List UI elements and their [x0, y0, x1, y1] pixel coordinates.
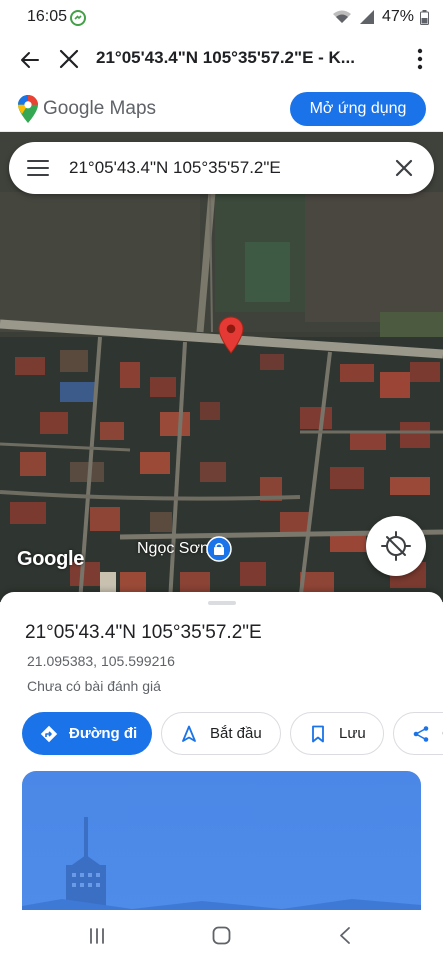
locate-button[interactable]: [366, 516, 426, 576]
status-time: 16:05: [27, 8, 68, 25]
open-app-button[interactable]: Mở ứng dụng: [290, 92, 426, 126]
more-vert-icon[interactable]: [417, 48, 423, 70]
start-button[interactable]: Bắt đầu: [161, 712, 281, 755]
satellite-map[interactable]: 21°05'43.4"N 105°35'57.2"E Google Ngọc S…: [0, 132, 443, 602]
directions-label: Đường đi: [69, 725, 138, 742]
start-label: Bắt đầu: [210, 725, 262, 742]
search-query[interactable]: 21°05'43.4"N 105°35'57.2"E: [69, 158, 281, 178]
street-view-photo[interactable]: [22, 771, 421, 911]
share-icon: [413, 725, 429, 742]
street-view-illustration: [22, 817, 421, 911]
arrow-left-icon[interactable]: [18, 48, 42, 72]
messenger-icon: [70, 10, 86, 26]
maps-logo-text: Google Maps: [43, 98, 157, 119]
back-icon[interactable]: [338, 926, 352, 945]
navigation-arrow-icon: [182, 725, 196, 742]
hamburger-icon[interactable]: [27, 158, 49, 178]
location-pin-icon[interactable]: [218, 316, 244, 354]
bookmark-icon: [312, 725, 324, 742]
place-label[interactable]: Ngọc Sơn: [137, 540, 209, 558]
browser-page-title: 21°05'43.4"N 105°35'57.2"E - K...: [96, 48, 355, 67]
my-location-icon: [381, 531, 411, 561]
battery-percentage: 47%: [381, 8, 414, 25]
maps-pin-icon: [18, 95, 38, 123]
status-right: 47%: [332, 8, 429, 26]
share-button[interactable]: C: [393, 712, 443, 755]
close-icon[interactable]: [58, 48, 80, 70]
recents-icon[interactable]: [88, 927, 106, 945]
sheet-drag-handle[interactable]: [208, 601, 236, 605]
review-status: Chưa có bài đánh giá: [27, 678, 161, 694]
home-icon[interactable]: [212, 926, 231, 945]
directions-button[interactable]: Đường đi: [22, 712, 152, 755]
status-bar: 16:05 47%: [0, 0, 443, 34]
map-search-box[interactable]: 21°05'43.4"N 105°35'57.2"E: [9, 142, 434, 194]
battery-icon: [420, 9, 429, 25]
action-chips: Đường đi Bắt đầu Lưu C: [22, 712, 443, 756]
maps-header: Google Maps Mở ứng dụng: [0, 84, 443, 132]
place-title: 21°05'43.4"N 105°35'57.2"E: [25, 622, 262, 643]
wifi-icon: [332, 10, 351, 23]
close-icon[interactable]: [394, 158, 414, 178]
system-nav-bar: [0, 910, 443, 960]
google-watermark: Google: [17, 548, 85, 570]
decimal-coordinates: 21.095383, 105.599216: [27, 653, 175, 669]
signal-icon: [359, 10, 374, 24]
browser-toolbar: 21°05'43.4"N 105°35'57.2"E - K...: [0, 34, 443, 84]
shopping-bag-icon[interactable]: [206, 536, 232, 562]
save-button[interactable]: Lưu: [290, 712, 384, 755]
directions-icon: [40, 725, 58, 742]
save-label: Lưu: [339, 725, 366, 742]
place-bottom-sheet: 21°05'43.4"N 105°35'57.2"E 21.095383, 10…: [0, 592, 443, 911]
